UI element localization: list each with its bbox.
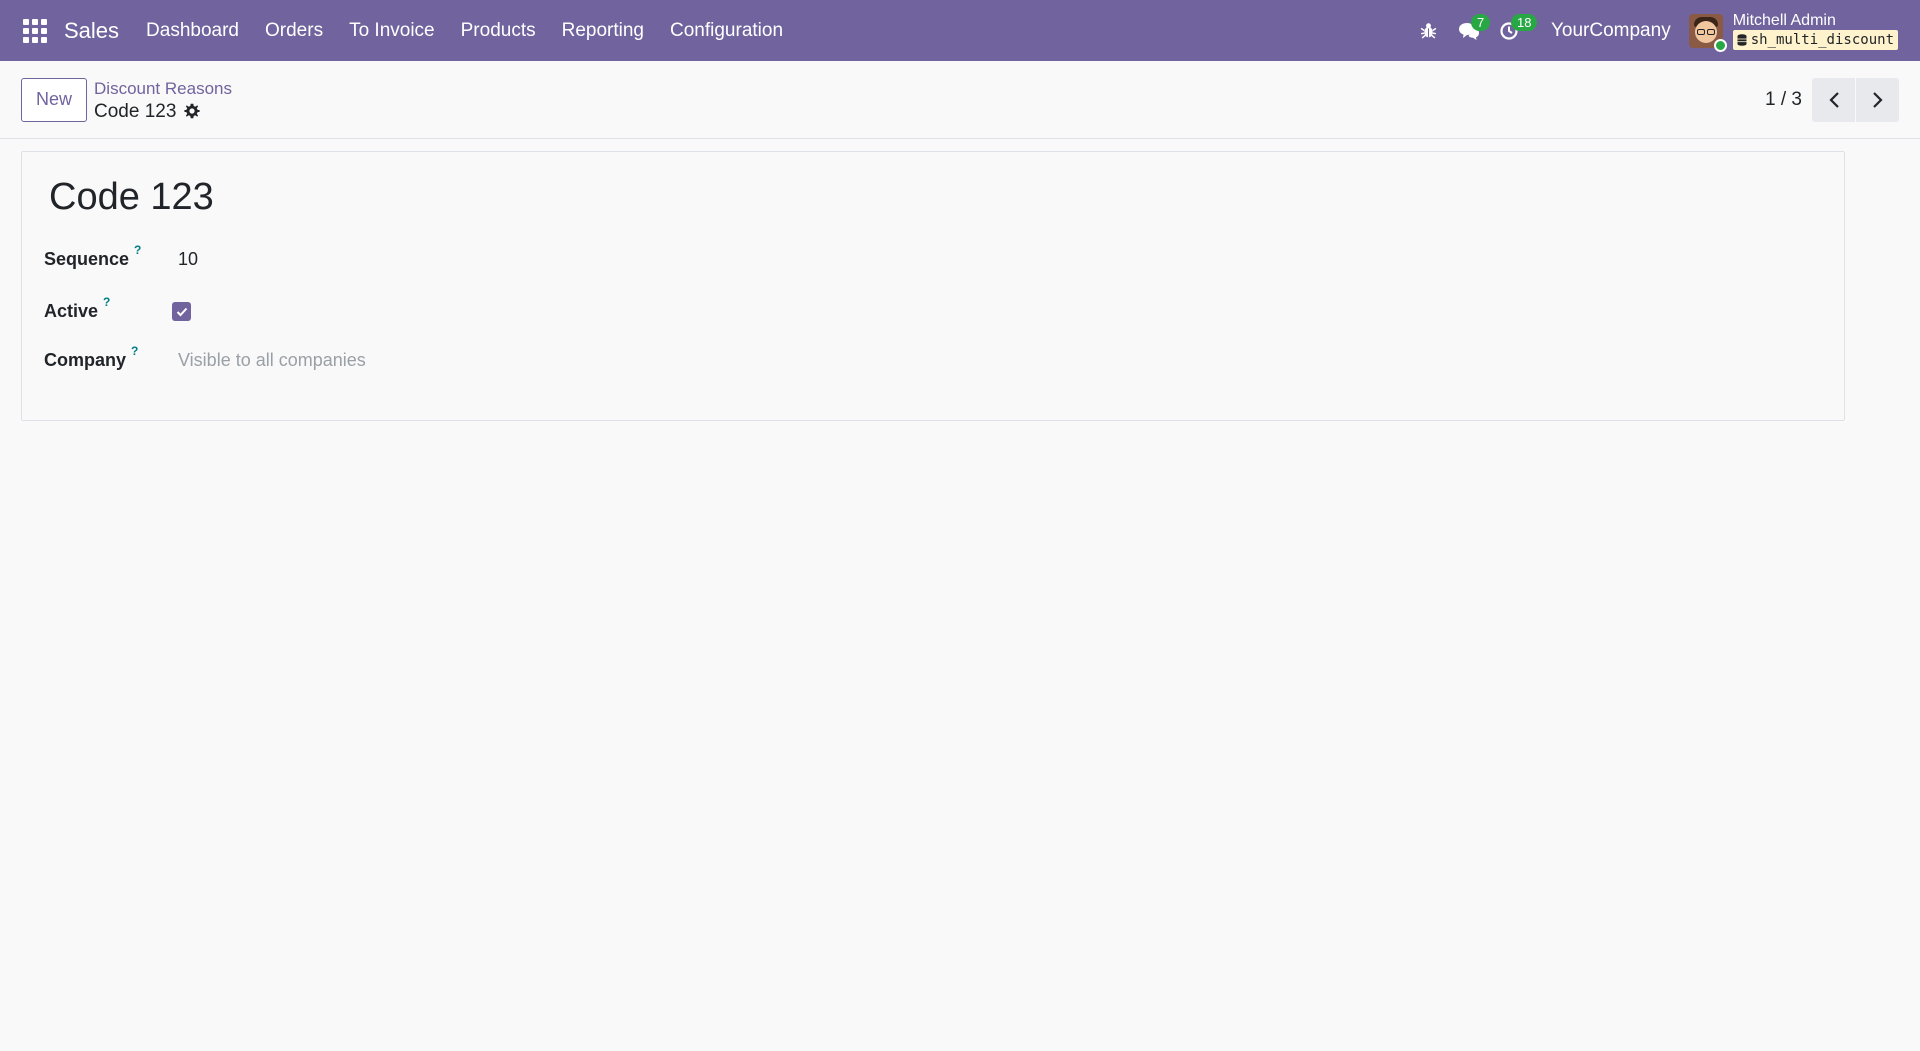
breadcrumb: Discount Reasons Code 123 (94, 77, 232, 123)
company-input[interactable]: Visible to all companies (178, 350, 366, 371)
active-label-text: Active (44, 301, 99, 321)
activities-clock-icon[interactable]: 18 (1489, 0, 1538, 61)
gear-icon[interactable] (184, 103, 201, 119)
pager-next-button[interactable] (1856, 77, 1899, 122)
menu-item-to-invoice[interactable]: To Invoice (336, 0, 448, 61)
field-sequence: Sequence ? 10 (44, 243, 198, 270)
pager-value[interactable]: 1 / 3 (1765, 89, 1802, 111)
database-icon (1737, 33, 1747, 46)
company-switcher[interactable]: YourCompany (1551, 20, 1671, 42)
form-sheet: Code 123 Sequence ? 10 Active ? Company … (21, 151, 1845, 421)
active-checkbox[interactable] (172, 302, 191, 321)
menu-item-orders[interactable]: Orders (252, 0, 336, 61)
field-company: Company ? Visible to all companies (44, 344, 366, 371)
messages-chat-icon[interactable]: 7 (1449, 0, 1491, 61)
sequence-label-text: Sequence (44, 249, 130, 269)
app-name[interactable]: Sales (64, 18, 119, 44)
field-active: Active ? (44, 295, 191, 322)
activities-badge: 18 (1510, 14, 1538, 31)
menu-item-products[interactable]: Products (448, 0, 549, 61)
menu-item-configuration[interactable]: Configuration (657, 0, 796, 61)
control-panel: New Discount Reasons Code 123 1 / 3 (0, 61, 1920, 139)
sequence-help-icon[interactable]: ? (134, 243, 141, 257)
breadcrumb-discount-reasons[interactable]: Discount Reasons (94, 77, 232, 100)
user-avatar (1688, 13, 1727, 52)
user-name: Mitchell Admin (1732, 11, 1836, 29)
breadcrumb-current: Code 123 (94, 100, 232, 123)
chevron-left-icon (1828, 91, 1839, 108)
chevron-right-icon (1872, 91, 1883, 108)
navbar-systray: 7 18 YourCompany Mitchell Admin sh_multi… (1409, 0, 1920, 61)
user-menu[interactable]: Mitchell Admin sh_multi_discount (1688, 11, 1920, 52)
pager: 1 / 3 (1765, 77, 1899, 122)
pager-previous-button[interactable] (1812, 77, 1855, 122)
active-label: Active ? (44, 295, 178, 322)
company-help-icon[interactable]: ? (131, 344, 138, 358)
top-navbar: Sales Dashboard Orders To Invoice Produc… (0, 0, 1920, 61)
company-label-text: Company (44, 350, 127, 370)
record-title[interactable]: Code 123 (49, 176, 214, 219)
company-label: Company ? (44, 344, 178, 371)
menu-item-reporting[interactable]: Reporting (549, 0, 657, 61)
messages-badge: 7 (1470, 14, 1491, 31)
new-button[interactable]: New (21, 77, 88, 122)
database-badge: sh_multi_discount (1732, 29, 1898, 50)
main-menu: Dashboard Orders To Invoice Products Rep… (133, 0, 796, 61)
database-name: sh_multi_discount (1750, 31, 1894, 48)
apps-menu-icon[interactable] (20, 16, 50, 46)
online-status-icon (1713, 38, 1727, 52)
active-help-icon[interactable]: ? (103, 295, 110, 309)
sequence-input[interactable]: 10 (178, 249, 198, 270)
menu-item-dashboard[interactable]: Dashboard (133, 0, 252, 61)
checkmark-icon (176, 307, 187, 316)
sequence-label: Sequence ? (44, 243, 178, 270)
breadcrumb-current-label: Code 123 (94, 100, 177, 122)
debug-bug-icon[interactable] (1409, 0, 1449, 61)
